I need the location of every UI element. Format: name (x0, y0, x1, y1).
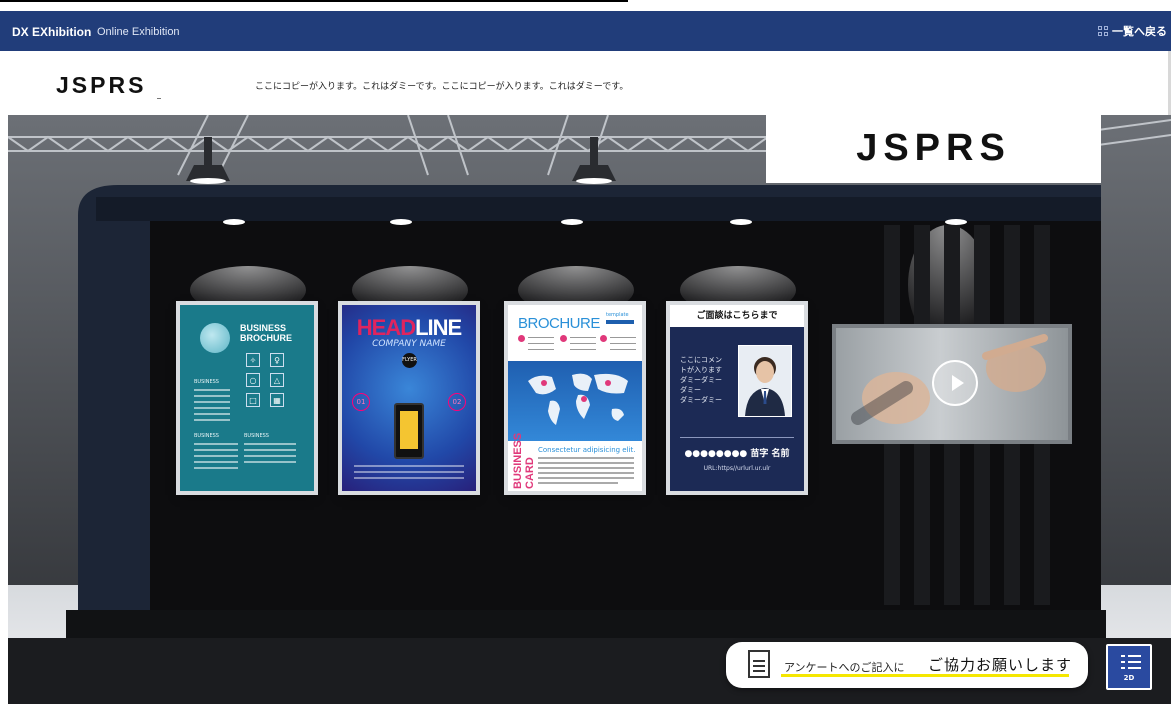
panel-brochure-template[interactable]: BROCHURE template BUSINESS CARD Consecte… (508, 305, 642, 491)
brochure-label-1: BUSINESS (194, 379, 219, 385)
flyer-num-2: 02 (448, 393, 466, 411)
flyer-head-b: LINE (415, 315, 462, 340)
back-to-list-label: 一覧へ戻る (1112, 25, 1167, 38)
rocket-icon: ✧ (246, 353, 260, 367)
chat-icon: ○ (246, 373, 260, 387)
2d-mode-label: 2D (1123, 674, 1135, 682)
flyer-badge: FLYER (402, 353, 417, 368)
bag-icon: □ (246, 393, 260, 407)
booth-sign: JSPRS (766, 115, 1101, 183)
brochure-title-1: BUSINESS (240, 323, 287, 333)
survey-banner-button[interactable]: アンケートへのご記入に ご協力お願いします (726, 642, 1088, 688)
brand-title: DX EXhibition (12, 25, 92, 39)
person-icon: △ (270, 373, 284, 387)
brochure2-title: BROCHURE (518, 315, 600, 332)
video-screen[interactable] (836, 328, 1068, 440)
brochure-label-2: BUSINESS (194, 433, 219, 439)
list-icon (1121, 655, 1141, 669)
globe-icon (200, 323, 230, 353)
phone-illustration (394, 403, 424, 459)
back-to-list-button[interactable]: 一覧へ戻る (1098, 23, 1167, 39)
survey-text-large: ご協力お願いします (928, 656, 1073, 674)
2d-mode-button[interactable]: 2D (1106, 644, 1152, 690)
exhibitor-copy: ここにコピーが入ります。これはダミーです。ここにコピーが入ります。これはダミーで… (255, 82, 629, 92)
brochure-title-2: BROCHURE (240, 333, 293, 343)
flyer-company-name: COMPANY NAME (372, 339, 446, 349)
brand-subtitle: Online Exhibition (97, 26, 180, 38)
brochure2-template: template (606, 312, 629, 318)
grid-icon (1098, 26, 1108, 36)
booth-sign-text: JSPRS (856, 127, 1011, 169)
brochure2-tagline: Consectetur adipisicing elit. (538, 446, 636, 454)
panel-contact[interactable]: ご面談はこちらまで ここにコメン トが入ります ダミーダミー ダミー ダミーダミ… (670, 305, 804, 491)
flyer-num-1: 01 (352, 393, 370, 411)
play-icon[interactable] (932, 360, 978, 406)
staff-photo (738, 345, 792, 417)
contact-comment: ここにコメン トが入ります ダミーダミー ダミー ダミーダミー (680, 356, 722, 404)
exhibitor-bar: JSPRS ここにコピーが入ります。これはダミーです。ここにコピーが入ります。こ… (0, 51, 1171, 115)
logo-mark (157, 98, 161, 99)
contact-url: URL:https//urlurl.ur.ulr (703, 465, 771, 472)
panel-flyer[interactable]: HEADLINE COMPANY NAME FLYER 01 02 (342, 305, 476, 491)
calendar-icon: ▦ (270, 393, 284, 407)
survey-text-small: アンケートへのご記入に (784, 661, 905, 674)
contact-name: ●●●●●●●● 苗字 名前 (684, 449, 790, 459)
business-card-vertical: BUSINESS CARD (512, 432, 536, 489)
flyer-head-a: HEAD (356, 315, 416, 340)
contact-title: ご面談はこちらまで (670, 305, 804, 327)
bulb-icon: ♀ (270, 353, 284, 367)
exhibitor-logo: JSPRS (56, 72, 147, 98)
brochure-label-3: BUSINESS (244, 433, 269, 439)
booth-scene: JSPRS BUSINESS BROCHURE ✧ ♀ ○ △ □ ▦ BUSI… (8, 115, 1171, 704)
top-divider (0, 0, 628, 2)
world-map-image (508, 361, 642, 441)
panel-business-brochure[interactable]: BUSINESS BROCHURE ✧ ♀ ○ △ □ ▦ BUSINESS B… (180, 305, 314, 491)
memo-icon (748, 650, 770, 678)
app-header: DX EXhibition Online Exhibition 一覧へ戻る (0, 11, 1171, 51)
